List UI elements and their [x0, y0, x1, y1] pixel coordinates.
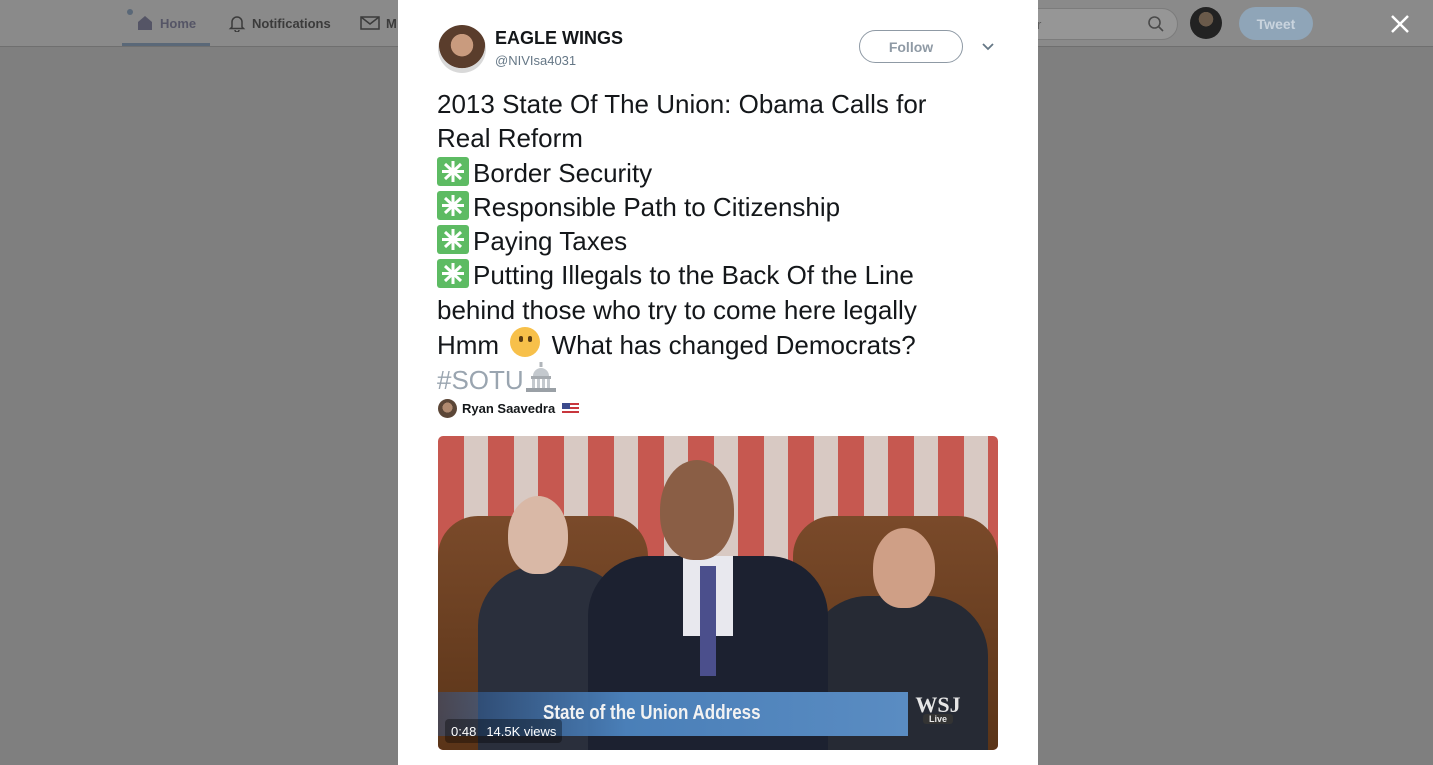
tweet-text-fragment: What has changed Democrats? [551, 330, 916, 361]
search-icon[interactable] [1147, 15, 1165, 33]
video-player[interactable]: State of the Union Address WSJ Live 0:48… [438, 436, 998, 750]
home-notification-dot [127, 9, 133, 15]
eight-spoked-asterisk-icon [437, 225, 469, 255]
chevron-down-icon[interactable] [981, 42, 995, 52]
tweet-bullet-text: Paying Taxes [473, 226, 628, 257]
video-meta: 0:48 14.5K views [445, 719, 563, 743]
video-tie-center [700, 566, 716, 676]
video-duration: 0:48 [451, 723, 477, 739]
home-icon [138, 16, 152, 30]
video-face-left [508, 496, 568, 574]
nav-home-label: Home [160, 15, 197, 31]
tweet-line: Border Security [437, 156, 1007, 190]
mention-avatar [438, 399, 457, 418]
envelope-icon [360, 16, 380, 30]
close-icon[interactable] [1388, 12, 1412, 36]
nav-notifications-label: Notifications [252, 15, 331, 31]
author-handle[interactable]: @NIVIsa4031 [495, 53, 576, 68]
tweet-line: 2013 State Of The Union: Obama Calls for [437, 89, 927, 119]
user-avatar[interactable] [1190, 7, 1222, 39]
eight-spoked-asterisk-icon [437, 156, 469, 186]
eight-spoked-asterisk-icon [437, 190, 469, 220]
bell-icon [228, 16, 246, 32]
video-caption: State of the Union Address [543, 702, 761, 724]
nav-messages-label: M [386, 15, 397, 31]
eight-spoked-asterisk-icon [437, 259, 469, 289]
tweet-line: Paying Taxes [437, 224, 1007, 258]
nav-messages[interactable]: M [360, 0, 397, 46]
tweet-text-fragment: Hmm [437, 330, 500, 361]
capitol-building-icon [525, 362, 556, 393]
tweet-text: 2013 State Of The Union: Obama Calls for… [437, 87, 1007, 398]
tweet-bullet-text: Putting Illegals to the Back Of the Line [473, 260, 914, 291]
tweet-line: Hmm What has changed Democrats? [437, 327, 1007, 362]
nav-active-underline [122, 43, 211, 46]
follow-button[interactable]: Follow [859, 30, 963, 63]
mention-name: Ryan Saavedra [462, 401, 556, 416]
tweet-line: Putting Illegals to the Back Of the Line [437, 258, 1007, 292]
tweet-line: Real Reform [437, 123, 583, 154]
mention-link[interactable]: Ryan Saavedra [438, 399, 580, 418]
tweet-bullet-text: Responsible Path to Citizenship [473, 191, 841, 222]
tweet-line: behind those who try to come here legall… [437, 294, 917, 325]
hashtag-link[interactable]: #SOTU [437, 365, 524, 395]
nav-home[interactable]: Home [122, 0, 211, 46]
author-name[interactable]: EAGLE WINGS [495, 28, 623, 49]
tweet-line: Responsible Path to Citizenship [437, 190, 1007, 224]
video-face-right [873, 528, 935, 608]
tweet-modal: EAGLE WINGS @NIVIsa4031 Follow 2013 Stat… [398, 0, 1038, 765]
video-face-center [660, 460, 734, 560]
tweet-line: #SOTU [437, 362, 1007, 397]
compose-tweet-button[interactable]: Tweet [1239, 7, 1313, 40]
thinking-face-icon [510, 327, 541, 358]
nav-notifications[interactable]: Notifications [228, 0, 331, 46]
us-flag-icon [562, 402, 580, 415]
author-avatar[interactable] [438, 25, 486, 73]
video-brand-logo: WSJ Live [908, 692, 968, 736]
video-views: 14.5K views [486, 723, 557, 739]
tweet-bullet-text: Border Security [473, 157, 653, 188]
